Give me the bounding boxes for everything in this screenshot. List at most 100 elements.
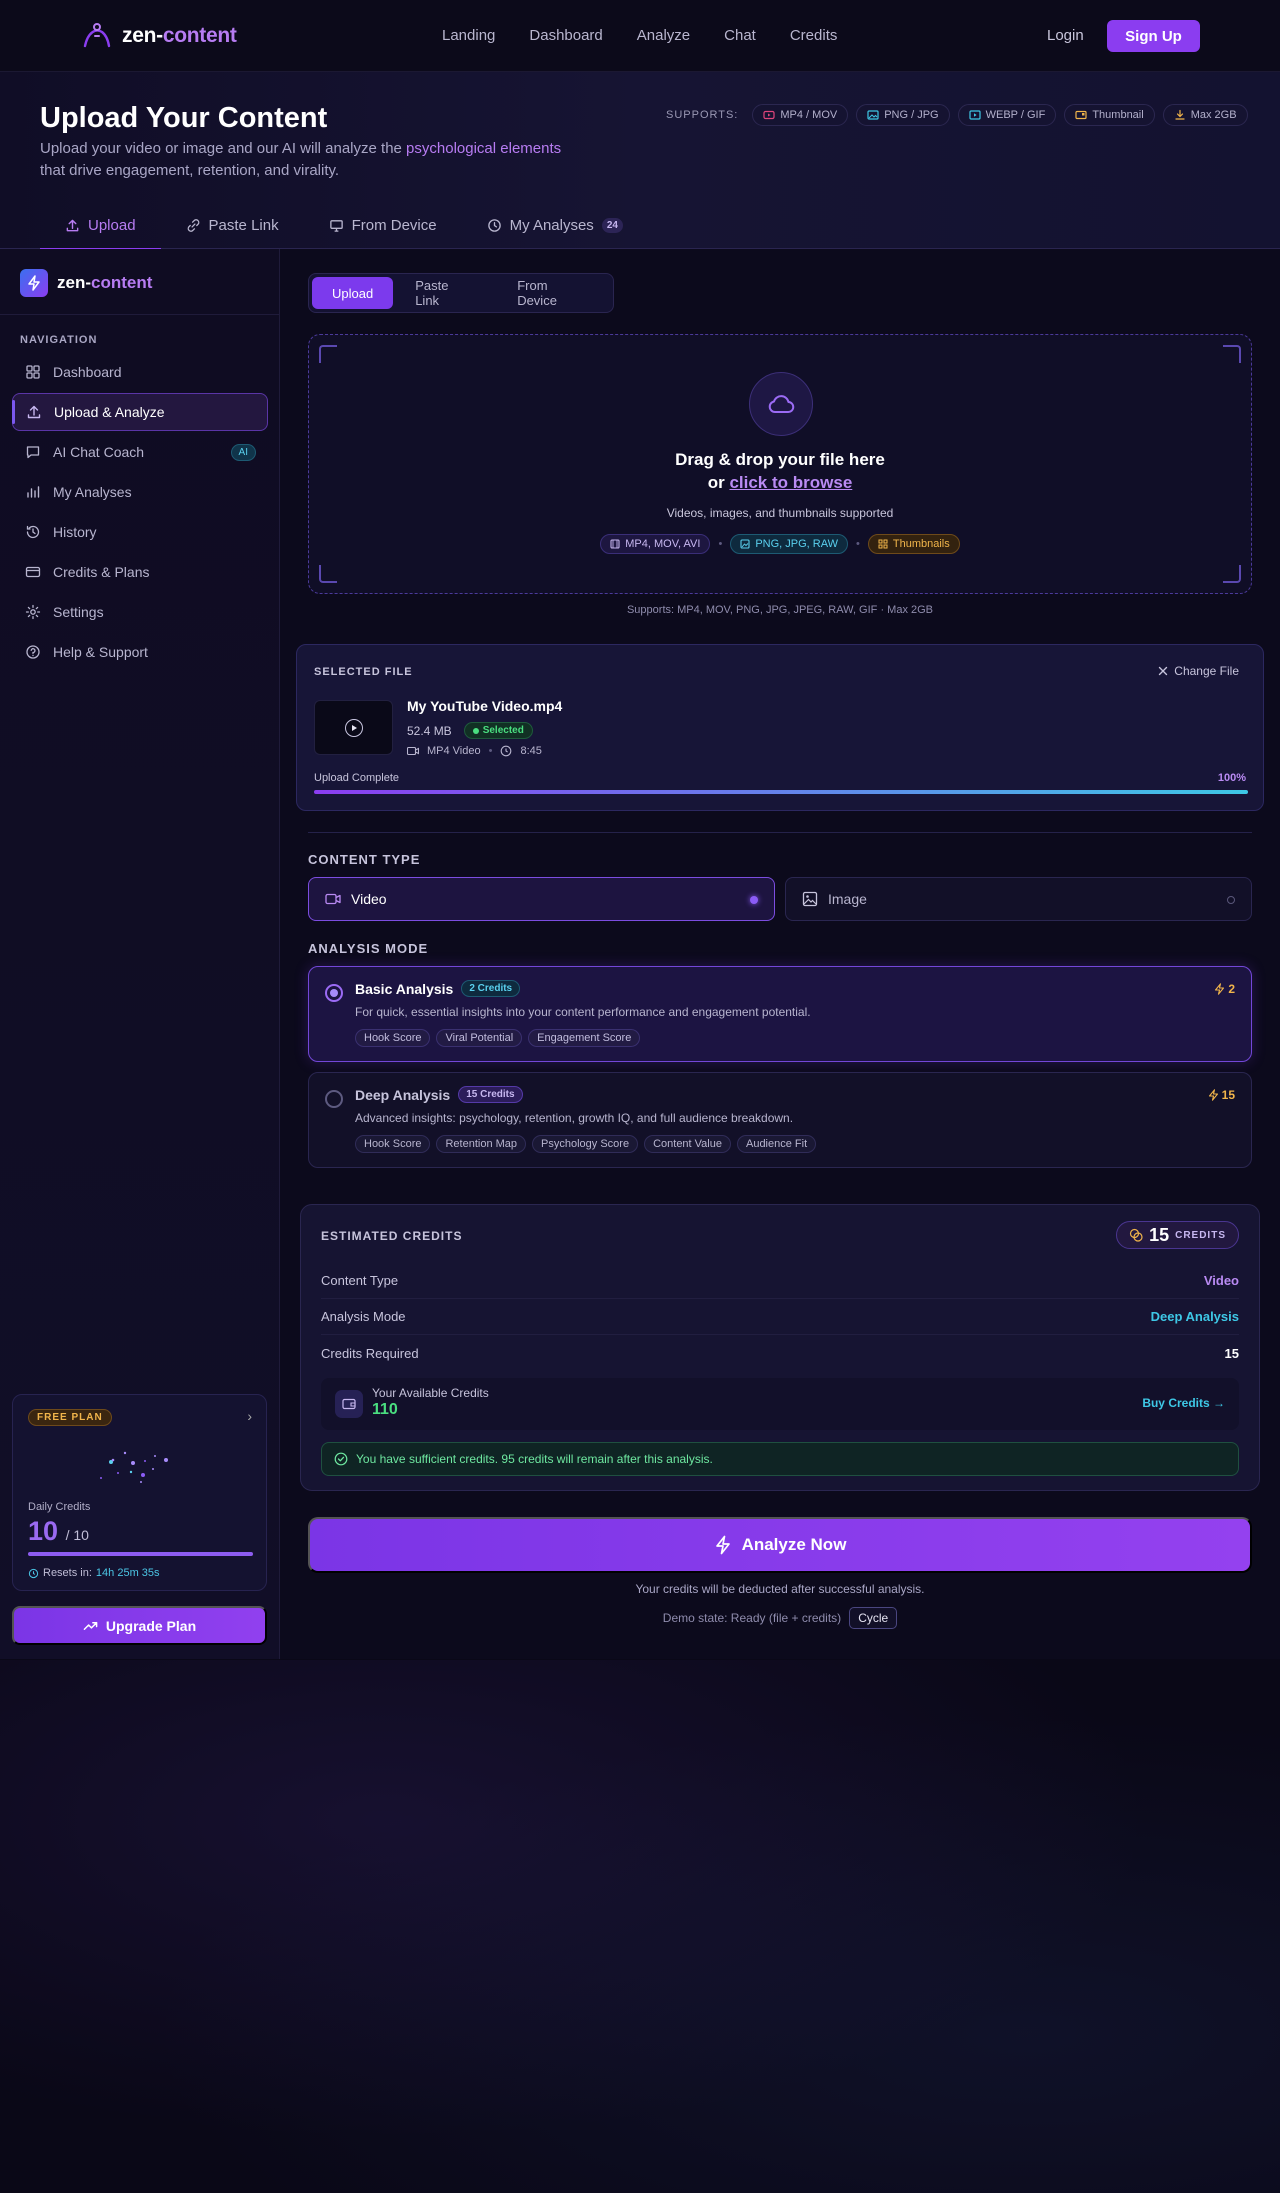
mode-title: Basic Analysis 2 Credits xyxy=(355,980,521,997)
content-type-video-option[interactable]: Video xyxy=(308,877,775,921)
segment-upload[interactable]: Upload xyxy=(312,277,394,309)
buy-credits-link[interactable]: Buy Credits → xyxy=(1142,1396,1225,1410)
estimated-credits-label: ESTIMATED CREDITS xyxy=(321,1229,463,1243)
sidebar-item-ai-chat-coach[interactable]: AI Chat Coach AI xyxy=(12,433,268,471)
file-dropzone[interactable]: Drag & drop your file here or click to b… xyxy=(308,334,1252,594)
status-badge: Selected xyxy=(463,722,533,739)
plan-card[interactable]: FREE PLAN › Daily Credits 10 / 10 Resets… xyxy=(12,1394,267,1591)
tab-upload[interactable]: Upload xyxy=(40,202,161,250)
sidebar-item-help-support[interactable]: Help & Support xyxy=(12,633,268,671)
segment-from-device[interactable]: From Device xyxy=(497,277,610,309)
sidebar-item-dashboard[interactable]: Dashboard xyxy=(12,353,268,391)
mode-description: For quick, essential insights into your … xyxy=(355,1005,811,1019)
nav-heading: NAVIGATION xyxy=(20,334,98,346)
file-size-row: 52.4 MB Selected xyxy=(407,722,533,739)
upload-progress-fill xyxy=(314,790,1248,794)
format-chip: MP4, MOV, AVI xyxy=(600,534,711,554)
check-circle-icon xyxy=(334,1452,348,1466)
video-icon xyxy=(407,746,419,756)
brand-logo[interactable]: zen-content xyxy=(82,22,237,50)
analyze-now-button[interactable]: Analyze Now xyxy=(308,1517,1252,1573)
logo-mark-icon xyxy=(83,23,111,48)
page-description: Upload your video or image and our AI wi… xyxy=(40,140,562,179)
demo-state: Demo state: Ready (file + credits) Cycle xyxy=(308,1607,1252,1629)
dropzone-subtitle: Videos, images, and thumbnails supported xyxy=(666,506,894,520)
coins-icon xyxy=(1129,1228,1143,1242)
video-thumbnail[interactable] xyxy=(314,700,393,755)
nav-link-credits[interactable]: Credits xyxy=(790,27,838,44)
available-credits-label: Your Available Credits xyxy=(372,1386,489,1400)
bolt-icon xyxy=(715,1535,730,1555)
corner-decoration xyxy=(1223,345,1241,363)
film-icon xyxy=(610,539,620,549)
feature-tag: Content Value xyxy=(644,1135,731,1153)
tab-paste-link[interactable]: Paste Link xyxy=(161,202,304,249)
cycle-button[interactable]: Cycle xyxy=(849,1607,898,1629)
browse-link[interactable]: click to browse xyxy=(729,473,852,492)
selected-file-card: SELECTED FILE Change File My YouTube Vid… xyxy=(296,644,1264,811)
nav-link-chat[interactable]: Chat xyxy=(724,27,756,44)
sidebar-item-settings[interactable]: Settings xyxy=(12,593,268,631)
sidebar-logo-text: zen-content xyxy=(57,273,153,292)
credits-row-analysis-mode: Analysis Mode Deep Analysis xyxy=(321,1299,1239,1335)
deduction-note: Your credits will be deducted after succ… xyxy=(635,1582,925,1596)
supported-formats: SUPPORTS: MP4 / MOV PNG / JPG WEBP / GIF… xyxy=(666,104,1248,126)
sidebar: zen-content NAVIGATION Dashboard Upload … xyxy=(0,249,280,1659)
mode-cost: 15 xyxy=(1208,1088,1235,1102)
tab-my-analyses[interactable]: My Analyses 24 xyxy=(462,202,648,249)
change-file-button[interactable]: Change File xyxy=(1158,664,1239,678)
credits-row-content-type: Content Type Video xyxy=(321,1263,1239,1299)
resets-timer: Resets in: 14h 25m 35s xyxy=(28,1567,160,1579)
sidebar-item-upload-analyze[interactable]: Upload & Analyze xyxy=(12,393,268,431)
bolt-icon xyxy=(1208,1089,1218,1101)
feature-tag: Psychology Score xyxy=(532,1135,639,1153)
analysis-mode-deep[interactable]: Deep Analysis 15 Credits 15 Advanced ins… xyxy=(308,1072,1252,1168)
chevron-right-icon[interactable]: › xyxy=(247,1408,252,1424)
clock-icon xyxy=(487,219,501,232)
sparkle-dots-icon xyxy=(100,1451,168,1483)
sidebar-logo[interactable]: zen-content xyxy=(20,269,152,297)
radio-indicator xyxy=(1227,896,1235,904)
sidebar-item-my-analyses[interactable]: My Analyses xyxy=(12,473,268,511)
mode-tags: Hook Score Retention Map Psychology Scor… xyxy=(355,1135,817,1153)
credits-tag: 2 Credits xyxy=(461,980,521,997)
sidebar-divider xyxy=(0,314,280,315)
radio-button[interactable] xyxy=(325,1090,343,1108)
mode-title: Deep Analysis 15 Credits xyxy=(355,1086,523,1103)
sidebar-item-credits-plans[interactable]: Credits & Plans xyxy=(12,553,268,591)
format-chip: PNG / JPG xyxy=(856,104,950,126)
signup-button[interactable]: Sign Up xyxy=(1107,20,1200,52)
segment-paste-link[interactable]: Paste Link xyxy=(395,277,495,309)
plan-badge: FREE PLAN xyxy=(28,1409,112,1426)
tab-from-device[interactable]: From Device xyxy=(304,202,462,249)
nav-link-dashboard[interactable]: Dashboard xyxy=(529,27,602,44)
selected-file-label: SELECTED FILE xyxy=(314,666,413,678)
chat-icon xyxy=(26,446,40,459)
upload-icon xyxy=(27,405,41,419)
gear-icon xyxy=(25,604,41,620)
upgrade-plan-button[interactable]: Upgrade Plan xyxy=(12,1606,267,1645)
bar-chart-icon xyxy=(27,486,40,498)
upload-tabs: Upload Paste Link From Device My Analyse… xyxy=(40,202,648,250)
upload-percentage: 100% xyxy=(1217,772,1246,784)
image-icon xyxy=(867,110,879,120)
content-type-image-option[interactable]: Image xyxy=(785,877,1252,921)
bolt-icon xyxy=(20,269,48,297)
mode-description: Advanced insights: psychology, retention… xyxy=(355,1111,794,1125)
sidebar-item-history[interactable]: History xyxy=(12,513,268,551)
nav-link-landing[interactable]: Landing xyxy=(442,27,495,44)
feature-tag: Engagement Score xyxy=(528,1029,641,1047)
grid-icon xyxy=(878,539,888,549)
nav-link-analyze[interactable]: Analyze xyxy=(637,27,690,44)
video-icon xyxy=(325,893,341,905)
bolt-icon xyxy=(1215,983,1225,995)
corner-decoration xyxy=(319,345,337,363)
history-icon xyxy=(26,525,40,539)
play-icon[interactable] xyxy=(344,718,363,737)
upload-icon xyxy=(66,219,79,232)
daily-credits-label: Daily Credits xyxy=(28,1501,91,1513)
radio-button-selected[interactable] xyxy=(325,984,343,1002)
analysis-mode-basic[interactable]: Basic Analysis 2 Credits 2 For quick, es… xyxy=(308,966,1252,1062)
corner-decoration xyxy=(319,565,337,583)
login-link[interactable]: Login xyxy=(1047,27,1084,44)
